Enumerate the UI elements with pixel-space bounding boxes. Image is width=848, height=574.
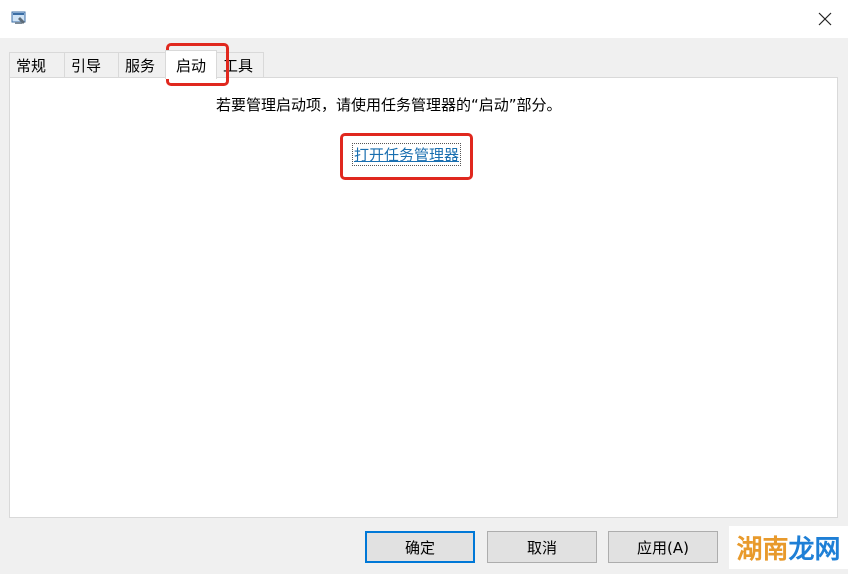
startup-hint-text: 若要管理启动项，请使用任务管理器的“启动”部分。: [216, 96, 562, 114]
ok-button[interactable]: 确定: [365, 531, 475, 563]
tab-general[interactable]: 常规: [9, 52, 65, 78]
cancel-button[interactable]: 取消: [487, 531, 597, 563]
title-bar: [0, 0, 848, 38]
watermark-text-part2: 龙网: [788, 535, 841, 565]
close-button[interactable]: [802, 0, 848, 38]
watermark-text-part1: 湖南: [736, 535, 789, 565]
open-task-manager-link[interactable]: 打开任务管理器: [352, 143, 462, 166]
tab-tools[interactable]: 工具: [216, 52, 265, 78]
startup-tab-panel: 若要管理启动项，请使用任务管理器的“启动”部分。 打开任务管理器: [9, 77, 838, 518]
apply-button[interactable]: 应用(A): [608, 531, 718, 563]
msconfig-app-icon: [11, 10, 27, 26]
tab-boot[interactable]: 引导: [64, 52, 119, 78]
tab-strip: 常规 引导 服务 启动 工具: [9, 50, 265, 79]
tab-startup[interactable]: 启动: [165, 50, 218, 79]
close-icon: [818, 12, 832, 26]
tab-services[interactable]: 服务: [118, 52, 166, 78]
site-watermark: 湖南 龙网: [729, 526, 848, 569]
